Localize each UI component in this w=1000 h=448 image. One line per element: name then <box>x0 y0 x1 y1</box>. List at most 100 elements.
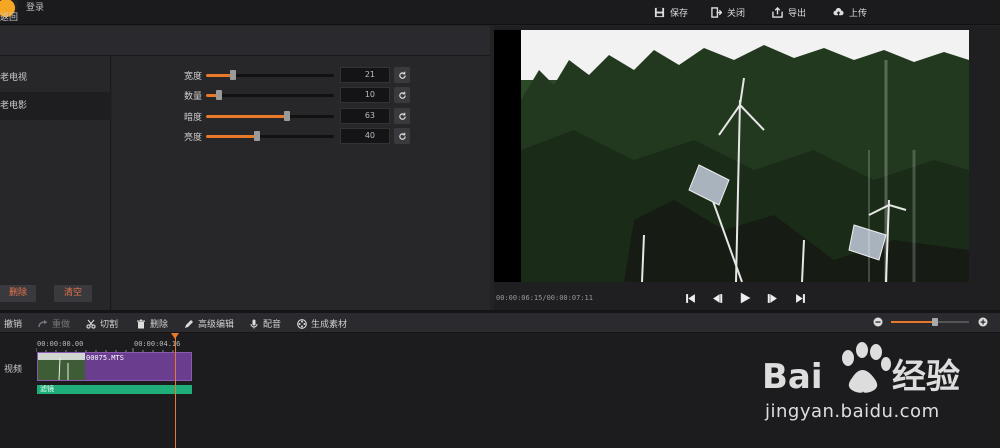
slider-handle[interactable] <box>283 111 290 121</box>
timeline-toolbar: 撤销 重做 切割 删除 高级编辑 配音 生成素材 <box>0 313 1000 333</box>
back-link[interactable]: 返回 <box>0 10 18 23</box>
close-label: 关闭 <box>727 9 746 19</box>
filter-track-clip[interactable] <box>37 385 192 394</box>
undo-button[interactable]: 撤销 <box>4 317 22 330</box>
scissors-icon <box>86 319 96 329</box>
next-frame-button[interactable] <box>765 291 779 305</box>
zoom-slider-fill <box>891 321 935 323</box>
preview-frame-image <box>521 30 969 282</box>
filter-params-panel: 宽度 21 数量 10 暗度 63 亮度 40 <box>112 56 490 310</box>
microphone-icon <box>250 319 258 328</box>
pencil-icon <box>185 319 193 328</box>
preview-timecode: 00:00:06:15/00:00:07:11 <box>496 294 593 302</box>
save-label: 保存 <box>670 9 689 19</box>
export-button[interactable]: 导出 <box>772 6 806 19</box>
param-label: 数量 <box>184 92 203 102</box>
clip-thumbnail <box>38 353 85 380</box>
delete-clip-label: 删除 <box>150 320 169 330</box>
reset-button[interactable] <box>394 128 410 144</box>
watermark-url: jingyan.baidu.com <box>765 401 940 422</box>
param-row: 数量 10 <box>112 87 490 103</box>
reset-icon <box>398 91 406 99</box>
login-link[interactable]: 登录 <box>26 0 44 13</box>
reset-icon <box>398 112 406 120</box>
clear-filter-button[interactable]: 清空 <box>54 285 92 302</box>
reset-button[interactable] <box>394 108 410 124</box>
video-editor-window: 登录 保存 关闭 导出 上传 返回 老电视 老电影 删除 清空 宽度 21 数量… <box>0 0 1000 448</box>
exit-icon <box>711 7 722 18</box>
redo-icon <box>38 319 48 327</box>
ruler-label-mid: 00:00:04.16 <box>134 340 181 348</box>
param-label: 宽度 <box>184 72 203 82</box>
category-item-old-movie[interactable]: 老电影 <box>0 92 111 120</box>
filter-category-list: 老电视 老电影 <box>0 56 111 310</box>
param-slider[interactable] <box>206 111 334 121</box>
skip-to-start-button[interactable] <box>683 291 697 305</box>
back-bar <box>0 26 490 56</box>
slider-handle[interactable] <box>215 90 222 100</box>
redo-button[interactable]: 重做 <box>38 317 70 330</box>
playhead-handle[interactable] <box>171 333 179 339</box>
zoom-in-button[interactable] <box>978 317 988 327</box>
delete-filter-button[interactable]: 删除 <box>0 285 36 302</box>
param-slider[interactable] <box>206 90 334 100</box>
close-button[interactable]: 关闭 <box>711 6 745 19</box>
param-slider[interactable] <box>206 70 334 80</box>
video-track-label: 视频 <box>4 365 23 375</box>
export-icon <box>772 7 783 18</box>
save-icon <box>654 7 665 18</box>
plus-circle-icon <box>978 317 988 327</box>
minus-circle-icon <box>873 317 883 327</box>
film-reel-icon <box>297 318 307 329</box>
export-label: 导出 <box>788 9 807 19</box>
cut-button[interactable]: 切割 <box>86 317 118 330</box>
redo-label: 重做 <box>52 320 71 330</box>
reset-button[interactable] <box>394 87 410 103</box>
prev-frame-button[interactable] <box>710 291 724 305</box>
step-forward-icon <box>767 293 777 303</box>
baidu-watermark-logo: Bai 经验 <box>760 340 1000 448</box>
zoom-out-button[interactable] <box>873 317 883 327</box>
param-value-field[interactable]: 21 <box>340 67 390 83</box>
param-value-field[interactable]: 10 <box>340 87 390 103</box>
generate-material-button[interactable]: 生成素材 <box>297 317 347 330</box>
cloud-upload-icon <box>833 7 844 17</box>
play-icon <box>740 292 751 304</box>
delete-clip-button[interactable]: 删除 <box>136 317 168 330</box>
trash-icon <box>137 319 145 328</box>
skip-back-icon <box>685 293 695 303</box>
param-label: 亮度 <box>184 133 203 143</box>
reset-icon <box>398 71 406 79</box>
svg-text:经验: 经验 <box>892 357 960 397</box>
param-row: 亮度 40 <box>112 128 490 144</box>
reset-icon <box>398 132 406 140</box>
ruler-label-start: 00:00:00.00 <box>37 340 84 348</box>
slider-handle[interactable] <box>254 131 261 141</box>
dub-label: 配音 <box>263 320 282 330</box>
play-button[interactable] <box>738 291 752 305</box>
cut-label: 切割 <box>100 320 119 330</box>
param-value-field[interactable]: 40 <box>340 128 390 144</box>
param-row: 宽度 21 <box>112 67 490 83</box>
save-button[interactable]: 保存 <box>654 6 688 19</box>
reset-button[interactable] <box>394 67 410 83</box>
dub-button[interactable]: 配音 <box>249 317 281 330</box>
slider-handle[interactable] <box>229 70 236 80</box>
clip-thumbnail-image <box>38 353 85 380</box>
video-preview[interactable] <box>494 30 969 282</box>
param-label: 暗度 <box>184 113 203 123</box>
param-row: 暗度 63 <box>112 108 490 124</box>
filter-clip-label: 滤镜 <box>40 385 54 393</box>
upload-button[interactable]: 上传 <box>833 6 867 19</box>
clip-name: 00075.MTS <box>86 354 124 362</box>
param-slider[interactable] <box>206 131 334 141</box>
advanced-edit-button[interactable]: 高级编辑 <box>184 317 234 330</box>
param-value-field[interactable]: 63 <box>340 108 390 124</box>
skip-to-end-button[interactable] <box>793 291 807 305</box>
advanced-edit-label: 高级编辑 <box>198 320 235 330</box>
skip-forward-icon <box>795 293 805 303</box>
svg-text:Bai: Bai <box>762 357 823 397</box>
playhead-line[interactable] <box>175 333 176 448</box>
zoom-slider-handle[interactable] <box>931 318 938 326</box>
category-item-old-tv[interactable]: 老电视 <box>0 64 111 92</box>
